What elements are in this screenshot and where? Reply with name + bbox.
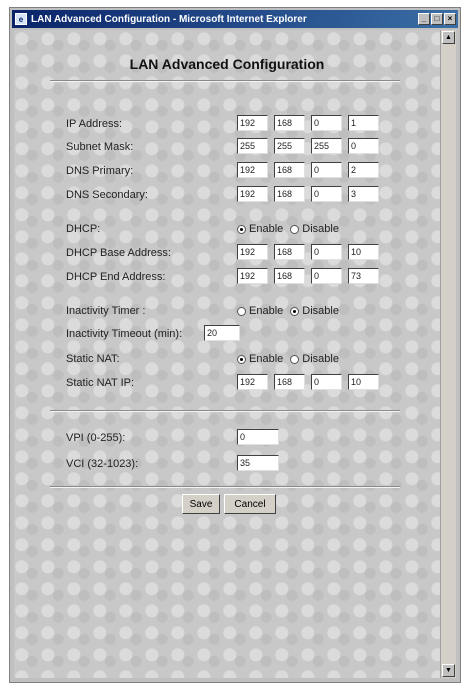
- ip-address-octet-3[interactable]: [311, 115, 342, 131]
- dhcp-enable-label: Enable: [249, 223, 284, 235]
- dns-primary-octet-2[interactable]: [274, 162, 305, 178]
- dhcp-base-octet-2[interactable]: [274, 244, 305, 260]
- subnet-mask-label: Subnet Mask:: [66, 141, 134, 153]
- close-button[interactable]: ×: [444, 13, 456, 25]
- divider-bottom: [50, 486, 400, 488]
- dhcp-disable-label: Disable: [302, 223, 339, 235]
- subnet-mask-octet-3[interactable]: [311, 138, 342, 154]
- divider-middle: [50, 410, 400, 412]
- static-nat-ip-octet-2[interactable]: [274, 374, 305, 390]
- inactivity-timeout-input[interactable]: [204, 325, 240, 341]
- dns-secondary-octet-2[interactable]: [274, 186, 305, 202]
- cancel-button[interactable]: Cancel: [224, 494, 276, 514]
- ip-address-octet-4[interactable]: [348, 115, 379, 131]
- scroll-down-icon[interactable]: ▼: [442, 664, 455, 677]
- subnet-mask-octet-2[interactable]: [274, 138, 305, 154]
- dhcp-base-address-label: DHCP Base Address:: [66, 247, 171, 259]
- vpi-input[interactable]: [237, 429, 279, 445]
- static-nat-label: Static NAT:: [66, 353, 120, 365]
- dns-secondary-octet-4[interactable]: [348, 186, 379, 202]
- inactivity-enable-label: Enable: [249, 305, 284, 317]
- dns-secondary-label: DNS Secondary:: [66, 189, 148, 201]
- dns-primary-octet-1[interactable]: [237, 162, 268, 178]
- dhcp-radio-group: Enable Disable: [237, 223, 339, 235]
- dns-primary-octet-3[interactable]: [311, 162, 342, 178]
- inactivity-timer-radio-group: Enable Disable: [237, 305, 339, 317]
- dns-secondary-octet-3[interactable]: [311, 186, 342, 202]
- vci-label: VCI (32-1023):: [66, 458, 139, 470]
- page-content: LAN Advanced Configuration IP Address: S…: [14, 30, 440, 678]
- static-nat-disable-radio[interactable]: [290, 354, 300, 364]
- static-nat-disable-label: Disable: [302, 353, 339, 365]
- static-nat-enable-radio[interactable]: [237, 354, 246, 364]
- window-title: LAN Advanced Configuration - Microsoft I…: [31, 13, 307, 25]
- static-nat-ip-octet-3[interactable]: [311, 374, 342, 390]
- divider-top: [50, 80, 400, 82]
- dns-primary-label: DNS Primary:: [66, 165, 134, 177]
- maximize-button[interactable]: □: [431, 13, 443, 25]
- dns-primary-octet-4[interactable]: [348, 162, 379, 178]
- dhcp-base-octet-3[interactable]: [311, 244, 342, 260]
- ip-address-octet-2[interactable]: [274, 115, 305, 131]
- dhcp-disable-radio[interactable]: [290, 224, 300, 234]
- static-nat-ip-label: Static NAT IP:: [66, 377, 135, 389]
- static-nat-enable-label: Enable: [249, 353, 284, 365]
- static-nat-radio-group: Enable Disable: [237, 353, 339, 365]
- dhcp-base-octet-4[interactable]: [348, 244, 379, 260]
- subnet-mask-octet-4[interactable]: [348, 138, 379, 154]
- scroll-up-icon[interactable]: ▲: [442, 31, 455, 44]
- dhcp-base-octet-1[interactable]: [237, 244, 268, 260]
- vertical-scrollbar[interactable]: ▲ ▼: [440, 30, 456, 678]
- inactivity-timeout-label: Inactivity Timeout (min):: [66, 328, 183, 340]
- dns-secondary-octet-1[interactable]: [237, 186, 268, 202]
- vci-input[interactable]: [237, 455, 279, 471]
- dhcp-end-octet-3[interactable]: [311, 268, 342, 284]
- dhcp-end-address-label: DHCP End Address:: [66, 271, 166, 283]
- inactivity-timer-label: Inactivity Timer :: [66, 305, 146, 317]
- browser-window: e LAN Advanced Configuration - Microsoft…: [9, 7, 461, 683]
- subnet-mask-octet-1[interactable]: [237, 138, 268, 154]
- dhcp-end-octet-4[interactable]: [348, 268, 379, 284]
- dhcp-label: DHCP:: [66, 223, 101, 235]
- save-button[interactable]: Save: [182, 494, 220, 514]
- page-title: LAN Advanced Configuration: [129, 56, 325, 72]
- inactivity-enable-radio[interactable]: [237, 306, 246, 316]
- static-nat-ip-octet-4[interactable]: [348, 374, 379, 390]
- dhcp-end-octet-2[interactable]: [274, 268, 305, 284]
- vpi-label: VPI (0-255):: [66, 432, 126, 444]
- dhcp-enable-radio[interactable]: [237, 224, 246, 234]
- minimize-button[interactable]: _: [418, 13, 430, 25]
- ip-address-label: IP Address:: [66, 118, 123, 130]
- title-bar: e LAN Advanced Configuration - Microsoft…: [12, 10, 458, 28]
- ip-address-octet-1[interactable]: [237, 115, 268, 131]
- inactivity-disable-radio[interactable]: [290, 306, 300, 316]
- static-nat-ip-octet-1[interactable]: [237, 374, 268, 390]
- ie-icon: e: [15, 13, 27, 25]
- dhcp-end-octet-1[interactable]: [237, 268, 268, 284]
- inactivity-disable-label: Disable: [302, 305, 339, 317]
